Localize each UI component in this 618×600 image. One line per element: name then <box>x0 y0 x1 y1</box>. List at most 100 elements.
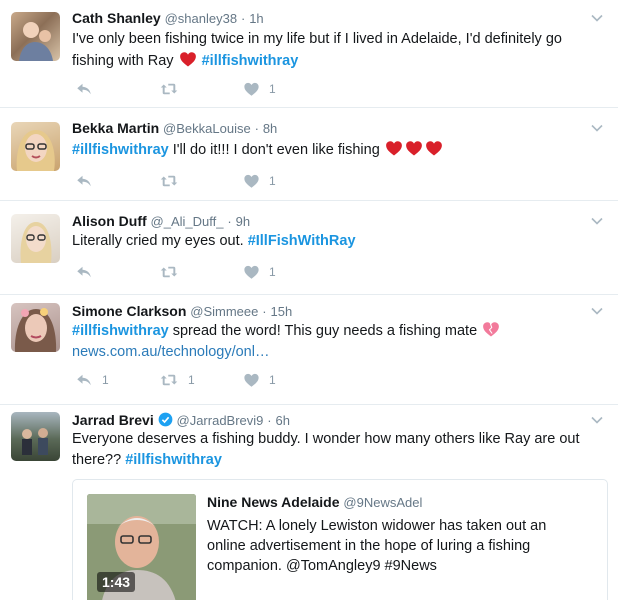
chevron-down-icon[interactable] <box>590 413 604 427</box>
tweet-text: #illfishwithray spread the word! This gu… <box>72 320 602 362</box>
tweet-feed: Cath Shanley @shanley38 · 1h I've only b… <box>0 0 618 600</box>
red-heart-emoji <box>424 139 444 157</box>
tweet-timestamp[interactable]: 15h <box>271 304 293 319</box>
user-handle[interactable]: @BekkaLouise <box>163 121 251 136</box>
reply-icon <box>74 371 94 389</box>
hashtag-link[interactable]: #illfishwithray <box>202 53 299 69</box>
like-icon <box>242 172 261 190</box>
like-button[interactable]: 1 <box>242 80 326 98</box>
hashtag-link[interactable]: #IllFishWithRay <box>248 233 356 249</box>
retweet-button[interactable] <box>158 80 242 98</box>
separator-dot: · <box>240 11 246 26</box>
reply-button[interactable] <box>74 172 158 190</box>
display-name[interactable]: Jarrad Brevi <box>72 412 154 428</box>
tweet-header: Alison Duff @_Ali_Duff_ · 9h <box>72 212 250 231</box>
tweet-text-body: I've only been fishing twice in my life … <box>72 31 562 69</box>
tweet-timestamp[interactable]: 9h <box>236 214 250 229</box>
avatar[interactable] <box>11 303 60 352</box>
tweet-text: Everyone deserves a fishing buddy. I won… <box>72 429 602 470</box>
display-name[interactable]: Cath Shanley <box>72 10 161 26</box>
like-icon <box>242 80 261 98</box>
chevron-down-icon[interactable] <box>590 304 604 318</box>
tweet-actions: 1 1 1 <box>74 371 326 389</box>
like-button[interactable]: 1 <box>242 263 326 281</box>
retweet-icon <box>158 263 180 281</box>
retweet-icon <box>158 172 180 190</box>
like-button[interactable]: 1 <box>242 172 326 190</box>
reply-count: 1 <box>102 373 109 387</box>
display-name[interactable]: Simone Clarkson <box>72 303 186 319</box>
avatar[interactable] <box>11 12 60 61</box>
user-handle[interactable]: @shanley38 <box>165 11 237 26</box>
retweet-count: 1 <box>188 373 195 387</box>
like-icon <box>242 371 261 389</box>
quoted-tweet-card[interactable]: 1:43 Nine News Adelaide @9NewsAdel WATCH… <box>72 479 608 600</box>
retweet-button[interactable] <box>158 263 242 281</box>
red-heart-emoji <box>384 139 404 157</box>
separator-dot: · <box>254 121 259 136</box>
like-icon <box>242 263 261 281</box>
tweet-text-body: Literally cried my eyes out. <box>72 233 248 249</box>
tweet-item[interactable]: Alison Duff @_Ali_Duff_ · 9h Literally c… <box>0 201 618 295</box>
tweet-timestamp[interactable]: 1h <box>249 11 263 26</box>
tweet-actions: 1 <box>74 263 326 281</box>
hashtag-link[interactable]: #illfishwithray <box>125 452 222 468</box>
tweet-header: Simone Clarkson @Simmeee · 15h <box>72 302 292 321</box>
reply-icon <box>74 263 94 281</box>
retweet-icon <box>158 371 180 389</box>
tweet-actions: 1 <box>74 80 326 98</box>
hashtag-link[interactable]: #illfishwithray <box>72 323 169 339</box>
red-heart-emoji <box>404 139 424 157</box>
chevron-down-icon[interactable] <box>590 214 604 228</box>
video-thumbnail[interactable]: 1:43 <box>87 494 196 600</box>
quoted-display-name[interactable]: Nine News Adelaide <box>207 494 340 510</box>
tweet-text-body: spread the word! This guy needs a fishin… <box>168 323 482 339</box>
quoted-user-handle[interactable]: @9NewsAdel <box>343 495 422 510</box>
user-handle[interactable]: @JarradBrevi9 <box>177 413 264 428</box>
separator-dot: · <box>262 304 267 319</box>
user-handle[interactable]: @Simmeee <box>190 304 258 319</box>
tweet-header: Jarrad Brevi @JarradBrevi9 · 6h <box>72 411 290 430</box>
quoted-header: Nine News Adelaide @9NewsAdel <box>207 494 422 510</box>
retweet-button[interactable]: 1 <box>158 371 242 389</box>
avatar[interactable] <box>11 412 60 461</box>
tweet-text: I've only been fishing twice in my life … <box>72 29 602 71</box>
tweet-item[interactable]: Bekka Martin @BekkaLouise · 8h #illfishw… <box>0 108 618 201</box>
sparkling-heart-emoji <box>481 320 501 338</box>
chevron-down-icon[interactable] <box>590 11 604 25</box>
like-button[interactable]: 1 <box>242 371 326 389</box>
hashtag-link[interactable]: #illfishwithray <box>72 142 169 158</box>
display-name[interactable]: Bekka Martin <box>72 120 159 136</box>
tweet-text-body: I'll do it!!! I don't even like fishing <box>168 142 384 158</box>
like-count: 1 <box>269 82 276 96</box>
retweet-icon <box>158 80 180 98</box>
tweet-item[interactable]: Simone Clarkson @Simmeee · 15h #illfishw… <box>0 295 618 405</box>
user-handle[interactable]: @_Ali_Duff_ <box>151 214 224 229</box>
tweet-timestamp[interactable]: 6h <box>276 413 290 428</box>
tweet-text: Literally cried my eyes out. #IllFishWit… <box>72 231 602 252</box>
reply-button[interactable] <box>74 263 158 281</box>
separator-dot: · <box>227 214 232 229</box>
video-duration: 1:43 <box>97 572 136 592</box>
retweet-button[interactable] <box>158 172 242 190</box>
reply-icon <box>74 172 94 190</box>
tweet-text: #illfishwithray I'll do it!!! I don't ev… <box>72 139 602 161</box>
tweet-actions: 1 <box>74 172 326 190</box>
tweet-timestamp[interactable]: 8h <box>263 121 277 136</box>
red-heart-emoji <box>178 50 198 68</box>
like-count: 1 <box>269 373 276 387</box>
reply-icon <box>74 80 94 98</box>
avatar[interactable] <box>11 214 60 263</box>
chevron-down-icon[interactable] <box>590 121 604 135</box>
article-link[interactable]: news.com.au/technology/onl… <box>72 344 269 360</box>
separator-dot: · <box>267 413 272 428</box>
quoted-text: WATCH: A lonely Lewiston widower has tak… <box>207 518 547 574</box>
tweet-item[interactable]: Cath Shanley @shanley38 · 1h I've only b… <box>0 0 618 108</box>
avatar[interactable] <box>11 122 60 171</box>
verified-badge-icon <box>158 412 172 427</box>
reply-button[interactable] <box>74 80 158 98</box>
reply-button[interactable]: 1 <box>74 371 158 389</box>
tweet-header: Bekka Martin @BekkaLouise · 8h <box>72 119 277 138</box>
like-count: 1 <box>269 174 276 188</box>
display-name[interactable]: Alison Duff <box>72 213 147 229</box>
